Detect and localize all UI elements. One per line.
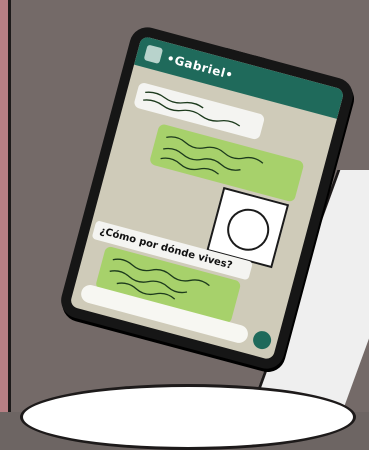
avatar[interactable] bbox=[143, 44, 164, 65]
speech-bubble bbox=[20, 384, 356, 450]
panel-border-strip bbox=[0, 0, 11, 412]
photo-face-drawing bbox=[222, 204, 274, 256]
mic-icon[interactable] bbox=[251, 329, 274, 352]
